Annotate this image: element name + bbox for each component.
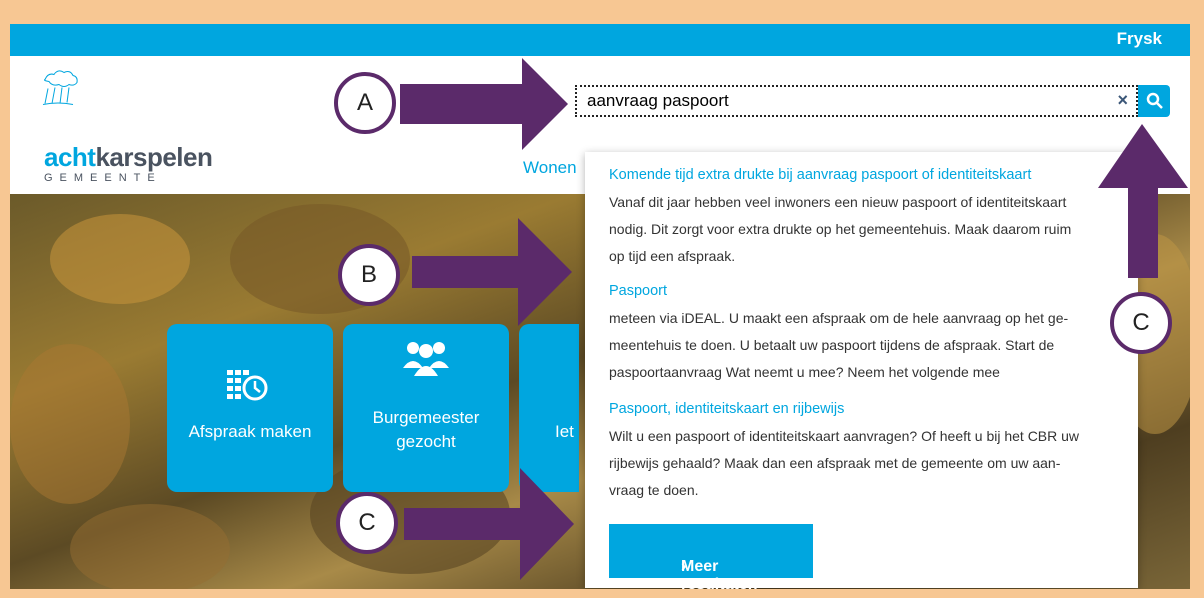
annotation-marker-c: C [1110,292,1172,354]
annotation-marker-a: A [334,72,396,134]
annotation-marker-b: B [338,244,400,306]
arrow-a [400,58,568,150]
arrow-b [412,218,572,326]
annotation-marker-c: C [336,492,398,554]
arrow-c-up [1098,124,1188,278]
annotation-arrows [400,58,1188,580]
arrow-c-bottom [404,468,574,580]
